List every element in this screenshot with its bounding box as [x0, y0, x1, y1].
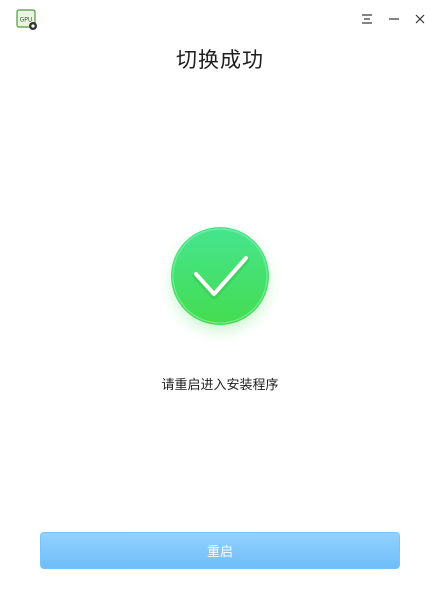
app-window: GPU 切换成功 请重启进入安装程序 重启 — [0, 0, 440, 600]
restart-button[interactable]: 重启 — [40, 532, 400, 569]
close-icon — [415, 14, 425, 24]
menu-button[interactable] — [356, 8, 378, 30]
check-circle-icon — [150, 208, 290, 348]
minimize-button[interactable] — [383, 8, 405, 30]
close-button[interactable] — [409, 8, 431, 30]
menu-icon — [362, 14, 372, 24]
status-message: 请重启进入安装程序 — [161, 378, 279, 393]
minimize-icon — [389, 18, 399, 20]
page-title: 切换成功 — [176, 48, 264, 72]
svg-text:GPU: GPU — [20, 17, 33, 24]
title-bar: GPU — [0, 0, 440, 40]
gpu-icon: GPU — [16, 9, 38, 31]
